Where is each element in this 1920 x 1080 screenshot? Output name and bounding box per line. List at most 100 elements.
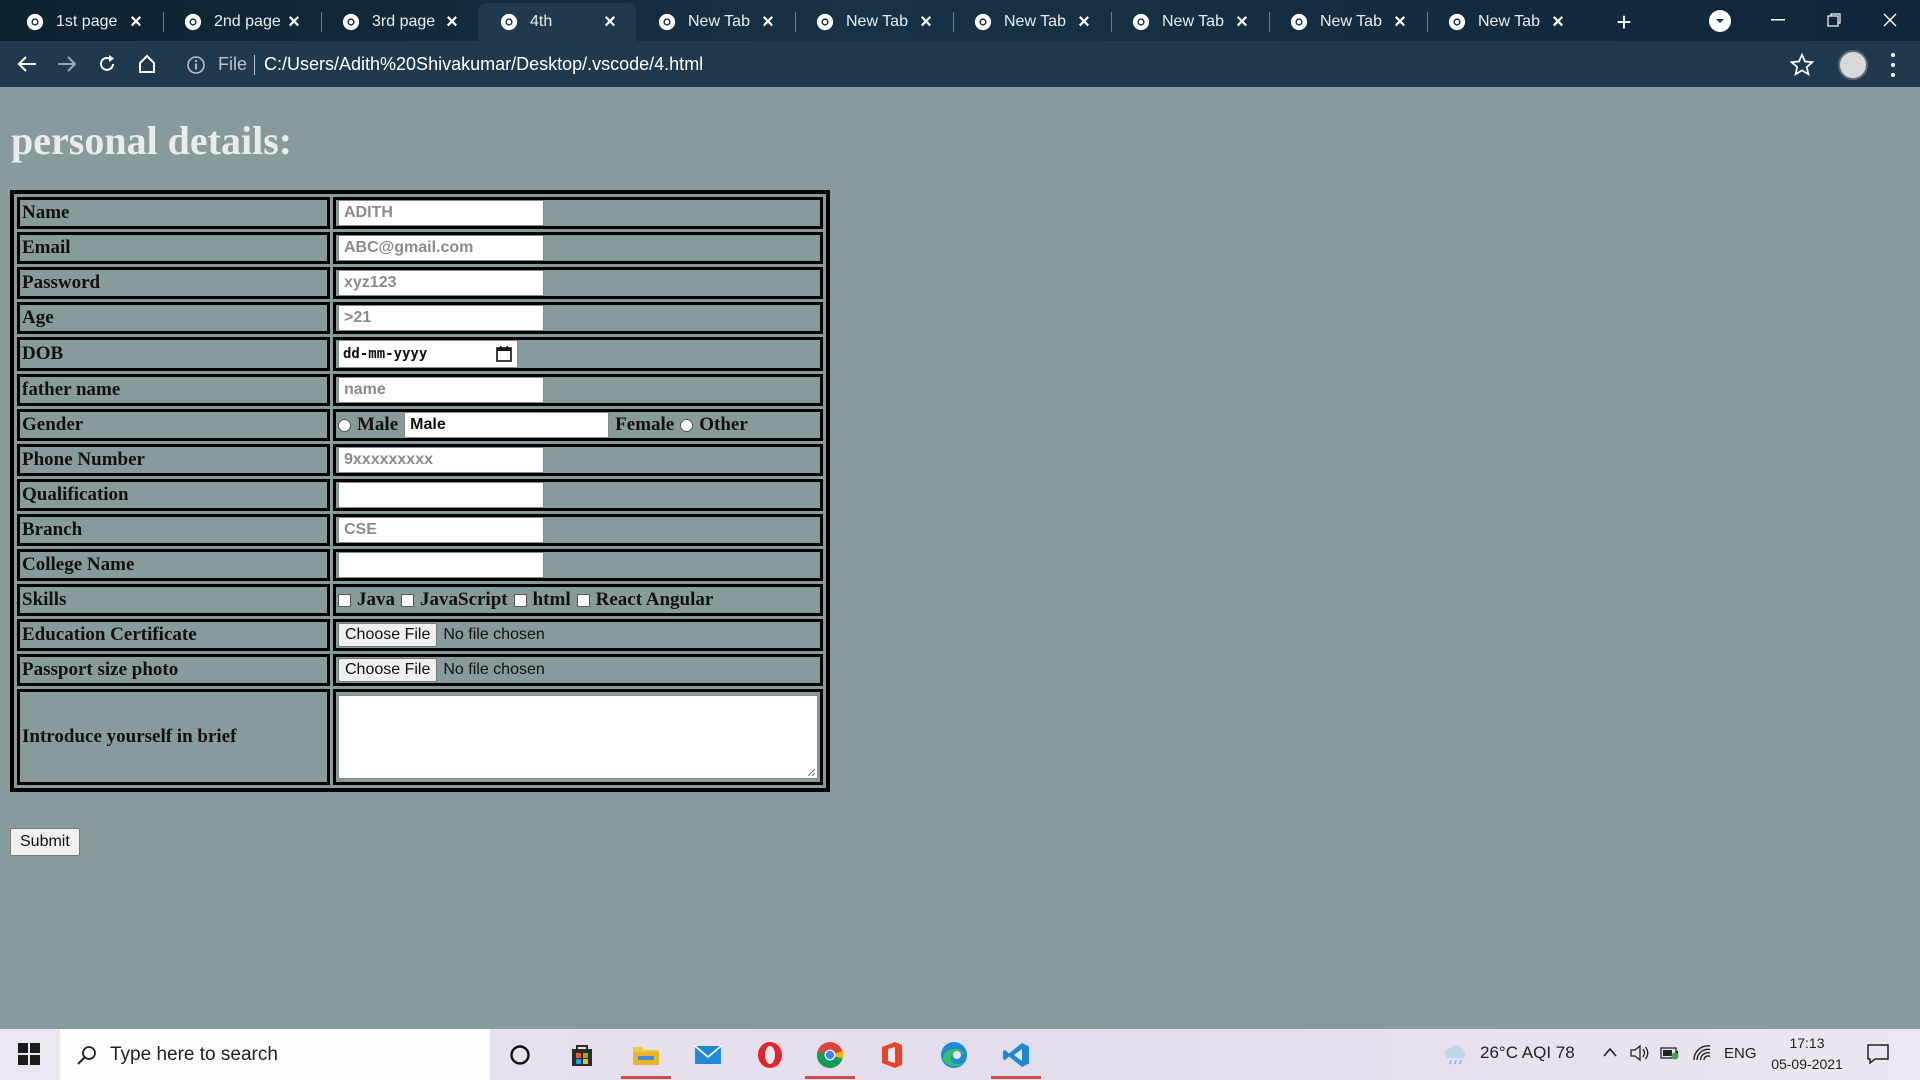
cortana-icon[interactable] (498, 1035, 542, 1075)
weather-icon[interactable] (1442, 1043, 1468, 1065)
javascript-checkbox[interactable] (401, 593, 414, 607)
close-tab-icon[interactable]: × (440, 10, 464, 34)
male-label: Male (357, 414, 399, 435)
education-certificate-label: Education Certificate (17, 619, 330, 651)
address-bar-url[interactable]: C:/Users/Adith%20Shivakumar/Desktop/.vsc… (264, 54, 703, 75)
tab-label: 1st page (56, 13, 118, 30)
java-checkbox[interactable] (338, 593, 351, 607)
minimize-icon[interactable] (1750, 0, 1806, 40)
vscode-icon[interactable] (991, 1035, 1041, 1079)
tab-new-tab[interactable]: New Tab × (1110, 3, 1268, 41)
profile-avatar[interactable] (1838, 50, 1868, 80)
restore-icon[interactable] (1806, 0, 1862, 40)
tab-new-tab[interactable]: New Tab × (952, 3, 1110, 41)
tab-2nd-page[interactable]: 2nd page × (162, 3, 320, 41)
notification-icon[interactable] (1866, 1042, 1890, 1066)
dob-date-input[interactable]: dd-mm-yyyy (338, 340, 518, 368)
mail-icon[interactable] (686, 1035, 730, 1075)
kebab-menu-icon[interactable] (1888, 50, 1898, 80)
search-icon (77, 1045, 96, 1065)
edge-icon[interactable] (932, 1035, 976, 1075)
opera-icon[interactable] (748, 1035, 792, 1075)
windows-taskbar: Type here to search 26°C AQI 78 ENG 17:1… (0, 1029, 1920, 1080)
name-label: Name (17, 197, 330, 229)
email-input[interactable]: ABC@gmail.com (338, 235, 544, 261)
close-tab-icon[interactable]: × (124, 10, 148, 34)
qualification-input[interactable] (338, 482, 544, 508)
chrome-favicon-icon (1290, 13, 1308, 31)
taskbar-clock[interactable]: 17:13 05-09-2021 (1764, 1033, 1850, 1075)
taskbar-search-box[interactable]: Type here to search (60, 1029, 490, 1080)
female-label: Female (615, 414, 675, 435)
html-checkbox[interactable] (513, 593, 527, 607)
close-tab-icon[interactable]: × (282, 10, 306, 34)
photo-file-status: No file chosen (443, 661, 545, 678)
name-input[interactable]: ADITH (338, 200, 544, 226)
male-radio[interactable] (338, 418, 351, 432)
close-window-icon[interactable] (1862, 0, 1918, 40)
tab-label: New Tab (1162, 13, 1224, 30)
close-tab-icon[interactable]: × (598, 10, 622, 34)
tab-new-tab[interactable]: New Tab × (1426, 3, 1584, 41)
dob-placeholder: dd-mm-yyyy (343, 346, 428, 362)
calendar-icon[interactable] (495, 345, 513, 363)
close-tab-icon[interactable]: × (1072, 10, 1096, 34)
forward-arrow-icon[interactable] (52, 49, 82, 79)
tab-new-tab[interactable]: New Tab × (636, 3, 794, 41)
file-explorer-icon[interactable] (621, 1035, 671, 1079)
intro-label: Introduce yourself in brief (17, 689, 330, 785)
back-arrow-icon[interactable] (12, 49, 42, 79)
close-tab-icon[interactable]: × (756, 10, 780, 34)
bookmark-star-icon[interactable] (1789, 52, 1815, 78)
chrome-favicon-icon (26, 13, 44, 31)
tab-1st-page[interactable]: 1st page × (4, 3, 162, 41)
branch-input[interactable]: CSE (338, 517, 544, 543)
tab-strip: 1st page × 2nd page × 3rd page × 4th × N… (0, 0, 1920, 41)
reload-icon[interactable] (92, 49, 122, 79)
home-icon[interactable] (132, 49, 162, 79)
father-name-input[interactable]: name (338, 377, 544, 403)
age-input[interactable]: >21 (338, 305, 544, 331)
photo-choose-file-button[interactable]: Choose File (338, 658, 438, 682)
password-input[interactable]: xyz123 (338, 270, 544, 296)
windows-start-icon[interactable] (18, 1043, 40, 1065)
tab-3rd-page[interactable]: 3rd page × (320, 3, 478, 41)
tab-label: New Tab (1004, 13, 1066, 30)
phone-input[interactable]: 9xxxxxxxxx (338, 447, 544, 473)
other-radio[interactable] (680, 418, 694, 432)
close-tab-icon[interactable]: × (914, 10, 938, 34)
tab-new-tab[interactable]: New Tab × (1268, 3, 1426, 41)
tab-label: 4th (530, 13, 553, 30)
tab-search-dropdown-icon[interactable] (1709, 10, 1731, 32)
chrome-favicon-icon (184, 13, 202, 31)
education-choose-file-button[interactable]: Choose File (338, 623, 438, 647)
new-tab-plus-icon[interactable]: + (1610, 7, 1638, 37)
tab-new-tab[interactable]: New Tab × (794, 3, 952, 41)
gender-text-input[interactable]: Male (404, 412, 610, 438)
tab-label: 2nd page (214, 13, 281, 30)
qualification-label: Qualification (17, 479, 330, 511)
info-icon[interactable] (186, 55, 206, 75)
college-input[interactable] (338, 552, 544, 578)
submit-button[interactable]: Submit (10, 828, 80, 856)
skill-label: JavaScript (420, 589, 508, 610)
tab-4th[interactable]: 4th × (478, 3, 636, 41)
close-tab-icon[interactable]: × (1546, 10, 1570, 34)
father-name-label: father name (17, 374, 330, 406)
intro-textarea[interactable] (338, 695, 818, 779)
battery-icon[interactable] (1660, 1046, 1680, 1060)
language-indicator[interactable]: ENG (1724, 1045, 1757, 1062)
microsoft-store-icon[interactable] (560, 1035, 604, 1075)
active-app-indicator (991, 1076, 1041, 1079)
react-angular-checkbox[interactable] (576, 593, 590, 607)
office-icon[interactable] (870, 1035, 914, 1075)
weather-text[interactable]: 26°C AQI 78 (1480, 1043, 1575, 1063)
close-tab-icon[interactable]: × (1230, 10, 1254, 34)
volume-icon[interactable] (1630, 1044, 1650, 1062)
chrome-icon[interactable] (805, 1035, 855, 1079)
wifi-icon[interactable] (1692, 1044, 1712, 1062)
chevron-up-icon[interactable] (1603, 1047, 1617, 1057)
close-tab-icon[interactable]: × (1388, 10, 1412, 34)
table-row: Age >21 (17, 302, 823, 334)
resize-grip-icon[interactable] (807, 768, 815, 776)
